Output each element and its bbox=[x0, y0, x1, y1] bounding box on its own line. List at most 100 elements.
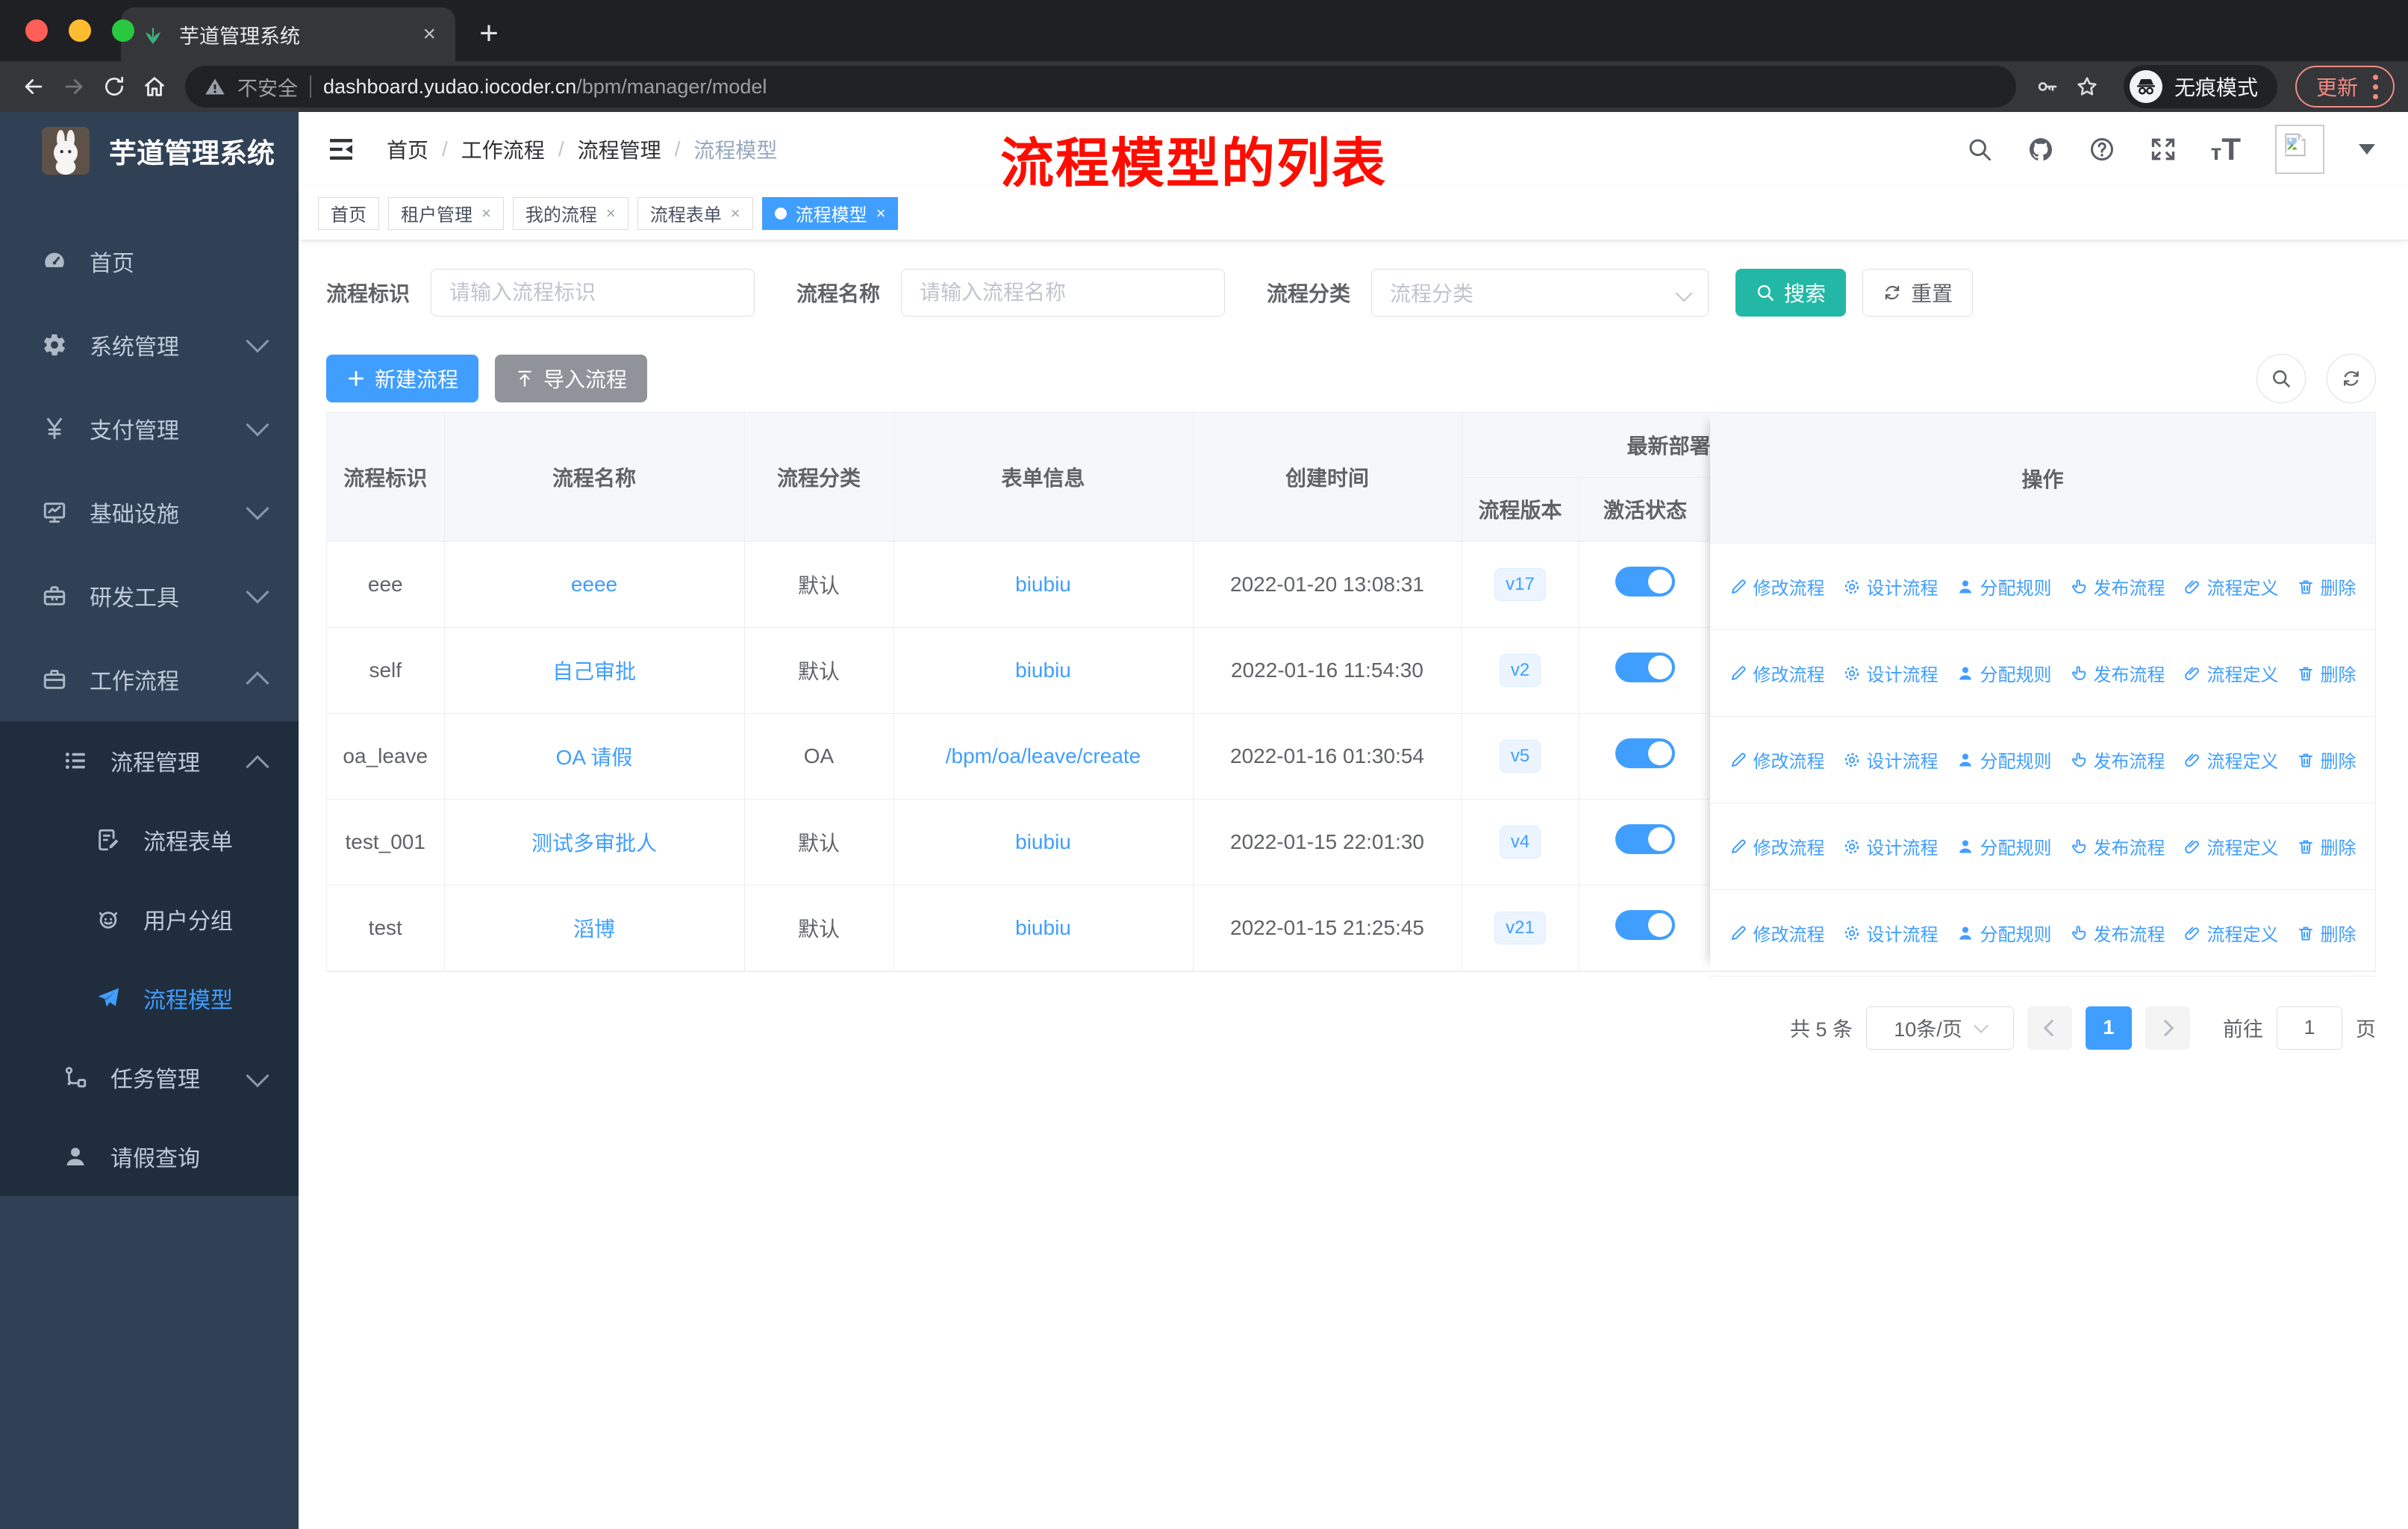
modify-flow-link[interactable]: 修改流程 bbox=[1729, 660, 1825, 686]
page-1-button[interactable]: 1 bbox=[2086, 1006, 2132, 1050]
sidebar-item-process-form[interactable]: 流程表单 bbox=[0, 800, 299, 879]
page-size-select[interactable]: 10条/页 bbox=[1866, 1006, 2014, 1050]
github-icon[interactable] bbox=[2027, 136, 2054, 163]
tag-process-form[interactable]: 流程表单 × bbox=[637, 196, 753, 230]
address-bar[interactable]: 不安全 dashboard.yudao.iocoder.cn/bpm/manag… bbox=[185, 66, 2016, 108]
font-size-icon[interactable]: тT bbox=[2211, 131, 2241, 167]
create-flow-button[interactable]: 新建流程 bbox=[326, 355, 479, 402]
back-button[interactable] bbox=[13, 66, 54, 107]
flow-definition-link[interactable]: 流程定义 bbox=[2183, 573, 2279, 600]
active-status-toggle[interactable] bbox=[1615, 738, 1675, 768]
sidebar-item-system[interactable]: 系统管理 bbox=[0, 303, 299, 387]
search-icon[interactable] bbox=[1966, 136, 1993, 163]
sidebar-item-user-group[interactable]: 用户分组 bbox=[0, 879, 299, 959]
close-window-button[interactable] bbox=[25, 19, 48, 42]
publish-flow-link[interactable]: 发布流程 bbox=[2070, 660, 2165, 686]
sidebar-item-infra[interactable]: 基础设施 bbox=[0, 470, 299, 554]
sidebar-item-task-mgmt[interactable]: 任务管理 bbox=[0, 1038, 299, 1117]
close-tag-icon[interactable]: × bbox=[876, 204, 886, 223]
prev-page-button[interactable] bbox=[2027, 1006, 2072, 1050]
version-tag[interactable]: v5 bbox=[1499, 739, 1541, 773]
browser-tab[interactable]: 芋道管理系统 × bbox=[121, 7, 455, 61]
import-flow-button[interactable]: 导入流程 bbox=[495, 355, 648, 402]
sidebar-item-leave-query[interactable]: 请假查询 bbox=[0, 1117, 299, 1196]
delete-link[interactable]: 删除 bbox=[2297, 920, 2356, 946]
browser-menu-icon[interactable] bbox=[2373, 74, 2378, 99]
form-info-link[interactable]: biubiu bbox=[1015, 658, 1071, 682]
user-avatar[interactable] bbox=[2275, 125, 2324, 174]
design-flow-link[interactable]: 设计流程 bbox=[1843, 833, 1938, 859]
flow-definition-link[interactable]: 流程定义 bbox=[2183, 660, 2279, 686]
tag-home[interactable]: 首页 bbox=[318, 196, 379, 230]
form-info-link[interactable]: biubiu bbox=[1015, 830, 1071, 853]
tag-my-process[interactable]: 我的流程 × bbox=[512, 196, 628, 230]
modify-flow-link[interactable]: 修改流程 bbox=[1729, 747, 1825, 773]
modify-flow-link[interactable]: 修改流程 bbox=[1729, 920, 1825, 946]
process-name-link[interactable]: 滔博 bbox=[573, 918, 615, 941]
design-flow-link[interactable]: 设计流程 bbox=[1843, 573, 1938, 600]
tag-tenant[interactable]: 租户管理 × bbox=[388, 196, 504, 230]
sidebar-item-devtools[interactable]: 研发工具 bbox=[0, 554, 299, 638]
refresh-table-button[interactable] bbox=[2327, 354, 2376, 403]
flow-definition-link[interactable]: 流程定义 bbox=[2183, 747, 2279, 773]
avatar-caret-icon[interactable] bbox=[2359, 144, 2375, 155]
forward-button[interactable] bbox=[54, 66, 94, 107]
reset-button[interactable]: 重置 bbox=[1862, 269, 1974, 317]
form-info-link[interactable]: biubiu bbox=[1015, 573, 1071, 596]
assign-rule-link[interactable]: 分配规则 bbox=[1956, 573, 2052, 600]
publish-flow-link[interactable]: 发布流程 bbox=[2070, 920, 2165, 946]
process-name-link[interactable]: 自己审批 bbox=[552, 660, 636, 683]
fullscreen-icon[interactable] bbox=[2150, 136, 2177, 163]
passwords-button[interactable] bbox=[2027, 66, 2067, 107]
delete-link[interactable]: 删除 bbox=[2297, 833, 2356, 859]
close-tag-icon[interactable]: × bbox=[606, 204, 616, 223]
active-status-toggle[interactable] bbox=[1615, 653, 1675, 682]
delete-link[interactable]: 删除 bbox=[2297, 660, 2356, 686]
active-status-toggle[interactable] bbox=[1615, 567, 1675, 597]
help-icon[interactable] bbox=[2089, 136, 2115, 163]
flow-definition-link[interactable]: 流程定义 bbox=[2183, 920, 2279, 946]
process-name-link[interactable]: eeee bbox=[571, 573, 617, 596]
breadcrumb-home[interactable]: 首页 bbox=[387, 134, 428, 164]
tag-process-model[interactable]: 流程模型 × bbox=[761, 196, 899, 230]
home-button[interactable] bbox=[134, 66, 175, 107]
assign-rule-link[interactable]: 分配规则 bbox=[1956, 833, 2052, 859]
form-info-link[interactable]: /bpm/oa/leave/create bbox=[946, 744, 1141, 767]
modify-flow-link[interactable]: 修改流程 bbox=[1729, 833, 1825, 859]
version-tag[interactable]: v4 bbox=[1499, 825, 1541, 859]
search-button[interactable]: 搜索 bbox=[1735, 269, 1847, 317]
close-tag-icon[interactable]: × bbox=[731, 204, 740, 223]
form-info-link[interactable]: biubiu bbox=[1015, 916, 1071, 939]
delete-link[interactable]: 删除 bbox=[2297, 573, 2356, 600]
assign-rule-link[interactable]: 分配规则 bbox=[1956, 920, 2052, 946]
delete-link[interactable]: 删除 bbox=[2297, 747, 2356, 773]
process-name-input[interactable] bbox=[901, 269, 1226, 317]
next-page-button[interactable] bbox=[2145, 1006, 2190, 1050]
design-flow-link[interactable]: 设计流程 bbox=[1843, 920, 1938, 946]
version-tag[interactable]: v21 bbox=[1494, 911, 1546, 944]
sidebar-fold-button[interactable] bbox=[315, 123, 367, 175]
show-search-button[interactable] bbox=[2256, 354, 2306, 403]
design-flow-link[interactable]: 设计流程 bbox=[1843, 660, 1938, 686]
process-name-link[interactable]: OA 请假 bbox=[556, 746, 633, 769]
minimize-window-button[interactable] bbox=[69, 19, 91, 42]
version-tag[interactable]: v2 bbox=[1499, 653, 1541, 687]
publish-flow-link[interactable]: 发布流程 bbox=[2070, 833, 2165, 859]
close-tab-icon[interactable]: × bbox=[422, 22, 436, 47]
modify-flow-link[interactable]: 修改流程 bbox=[1729, 573, 1825, 600]
process-id-input[interactable] bbox=[431, 269, 755, 317]
process-category-select[interactable]: 流程分类 bbox=[1371, 269, 1709, 317]
reload-button[interactable] bbox=[94, 66, 134, 107]
update-button[interactable]: 更新 bbox=[2295, 66, 2395, 108]
zoom-window-button[interactable] bbox=[112, 19, 134, 42]
security-label[interactable]: 不安全 bbox=[237, 72, 298, 102]
bookmark-button[interactable] bbox=[2067, 66, 2107, 107]
sidebar-item-process-mgmt[interactable]: 流程管理 bbox=[0, 721, 299, 800]
sidebar-item-payment[interactable]: 支付管理 bbox=[0, 387, 299, 470]
new-tab-button[interactable]: + bbox=[467, 12, 511, 55]
publish-flow-link[interactable]: 发布流程 bbox=[2070, 573, 2165, 600]
active-status-toggle[interactable] bbox=[1615, 910, 1675, 940]
assign-rule-link[interactable]: 分配规则 bbox=[1956, 747, 2052, 773]
close-tag-icon[interactable]: × bbox=[481, 204, 491, 223]
version-tag[interactable]: v17 bbox=[1494, 567, 1546, 601]
